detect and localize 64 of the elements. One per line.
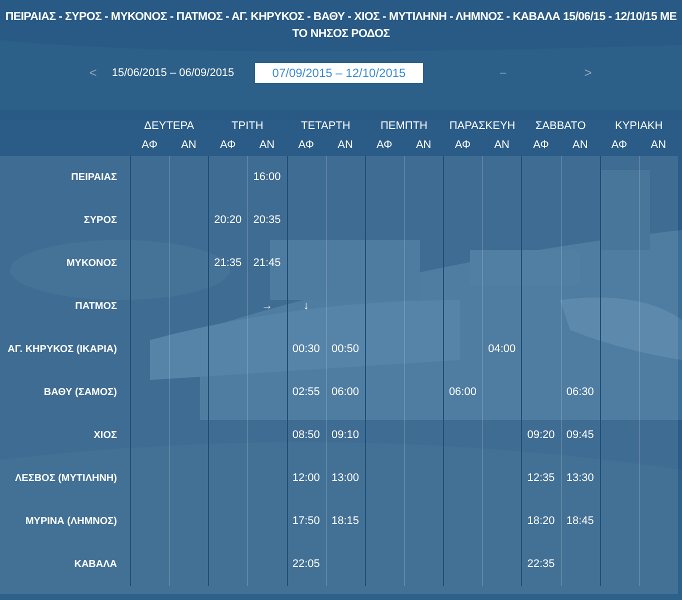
column-header: ΑΦ	[532, 138, 550, 152]
time-cell-text: 17:50	[292, 514, 320, 530]
time-cell-text: 04:00	[488, 342, 516, 358]
period-tab[interactable]: 07/09/2015 – 12/10/2015	[255, 63, 423, 83]
port-name: ΛΕΣΒΟΣ (ΜΥΤΙΛΗΝΗ)	[14, 472, 117, 486]
day-header: ΤΡΙΤΗ	[232, 119, 264, 133]
column-header: ΑΝ	[493, 138, 510, 152]
time-cell-text: 18:15	[332, 514, 360, 530]
previous-link[interactable]: <	[88, 63, 98, 83]
time-cell-text: 06:00	[448, 385, 476, 400]
port-name: ΜΥΡΙΝΑ (ΛΗΜΝΟΣ)	[25, 515, 117, 529]
time-cell-text: ↓	[303, 299, 309, 314]
time-cell-text: 13:30	[566, 471, 594, 486]
port-name: ΧΙΟΣ	[94, 429, 117, 443]
column-header: ΑΝ	[650, 138, 668, 152]
port-name: ΜΥΚΟΝΟΣ	[66, 257, 117, 271]
time-cell-text: 09:20	[527, 428, 555, 444]
column-header: ΑΦ	[610, 138, 628, 152]
column-header: ΑΝ	[571, 138, 589, 152]
column-header: ΑΦ	[376, 138, 394, 152]
column-header: ΑΝ	[414, 138, 432, 152]
time-cell-text: 20:35	[253, 213, 281, 228]
day-header: ΚΥΡΙΑΚΗ	[615, 119, 663, 133]
port-name: ΑΓ. ΚΗΡΥΚΟΣ (ΙΚΑΡΙΑ)	[8, 343, 117, 357]
time-cell-text: 00:50	[332, 342, 360, 358]
time-cell-text: 06:00	[332, 385, 360, 400]
time-cell-text: 06:30	[566, 385, 594, 400]
port-name: ΠΕΙΡΑΙΑΣ	[71, 171, 117, 185]
time-cell-text: 16:00	[253, 170, 281, 186]
time-cell-text: 12:00	[292, 471, 320, 486]
port-name: ΒΑΘΥ (ΣΑΜΟΣ)	[44, 386, 117, 400]
time-cell-text: 18:45	[566, 514, 594, 530]
time-cell-text: 22:05	[292, 557, 320, 572]
time-cell-text: 21:45	[253, 256, 281, 272]
port-name: ΣΥΡΟΣ	[84, 214, 117, 228]
day-header: ΣΑΒΒΑΤΟ	[535, 119, 586, 133]
time-cell-text: 09:45	[566, 428, 594, 444]
time-cell-text: 21:35	[214, 256, 242, 272]
day-header: ΠΕΜΠΤΗ	[380, 119, 428, 133]
column-header: ΑΝ	[336, 138, 354, 152]
time-cell-text: 18:20	[527, 514, 555, 530]
column-header: ΑΦ	[297, 138, 316, 152]
time-cell-text: 09:10	[332, 428, 360, 444]
time-cell-text: 02:55	[292, 385, 320, 400]
day-header: ΔΕΥΤΕΡΑ	[144, 119, 194, 133]
column-header: ΑΦ	[454, 138, 472, 152]
time-cell-text: →	[261, 299, 272, 314]
day-header: ΠΑΡΑΣΚΕΥΗ	[449, 119, 516, 133]
time-cell-text: 00:30	[292, 342, 320, 358]
column-header: ΑΦ	[140, 138, 158, 152]
time-cell-text: 13:00	[332, 471, 360, 486]
day-header: ΤΕΤΑΡΤΗ	[301, 119, 350, 133]
port-name: ΠΑΤΜΟΣ	[75, 300, 117, 314]
time-cell-text: 20:20	[214, 213, 242, 228]
time-cell-text: 08:50	[292, 428, 320, 444]
column-header: ΑΝ	[258, 138, 276, 152]
port-name: ΚΑΒΑΛΑ	[74, 558, 117, 572]
next-link[interactable]: >	[583, 63, 593, 83]
period-tab[interactable]: 15/06/2015 – 06/09/2015	[98, 63, 248, 83]
column-header: ΑΦ	[218, 138, 237, 152]
page-title: ΠΕΙΡΑΙΑΣ - ΣΥΡΟΣ - ΜΥΚΟΝΟΣ - ΠΑΤΜΟΣ - ΑΓ. ΚΗΡΥΚΟΣ - ΒΑΘΥ - ΧΙΟΣ - ΜΥΤΙΛΗΝΗ - ΛΗΜΝΟΣ - ΚΑΒΑΛΑ 15/06/15 - 12/10/15 ΜΕ ΤΟ ΝΗΣΟΣ ΡΟΔΟΣ	[4, 10, 678, 42]
time-cell-text: 22:35	[527, 557, 555, 572]
column-header: ΑΝ	[180, 138, 198, 152]
time-cell-text: 12:35	[527, 471, 555, 486]
